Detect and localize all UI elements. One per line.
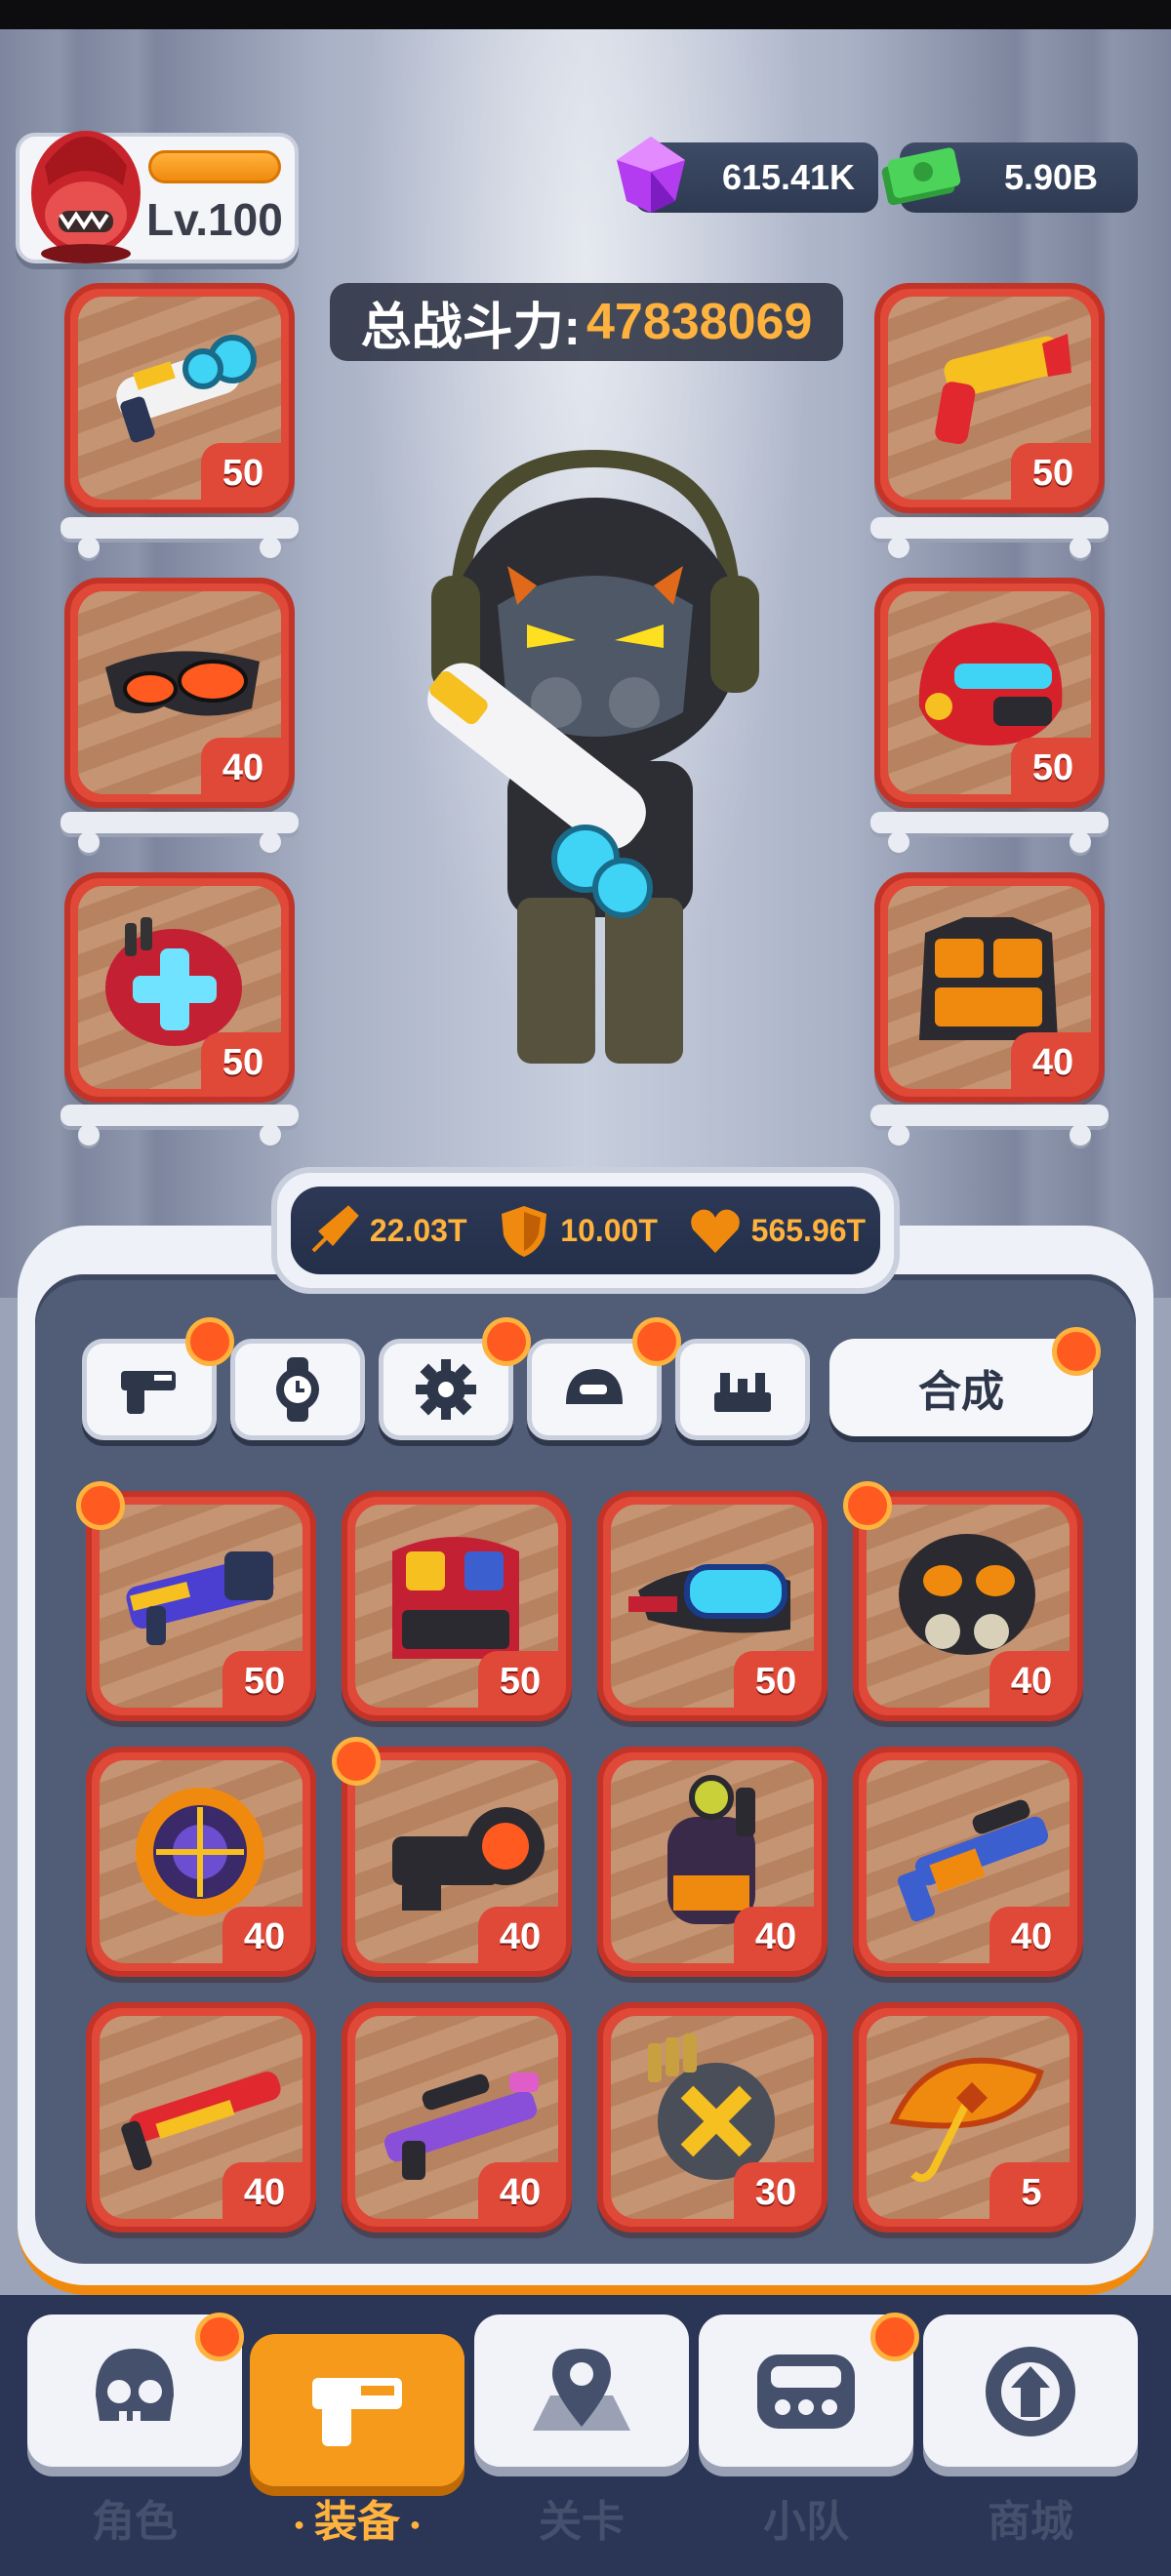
total-power-value: 47838069 [586,294,813,350]
gamepad-icon [757,2355,855,2429]
item-level: 50 [478,1651,558,1708]
gem-counter[interactable]: 615.41K [617,137,878,213]
total-power-label: 总战斗力: [360,299,581,356]
notification-dot [195,2313,244,2361]
inventory-item[interactable]: 5 [853,2002,1083,2233]
slot-level: 50 [201,1032,281,1089]
item-level: 40 [222,2162,303,2219]
map-pin-icon [533,2349,630,2431]
inventory-item[interactable]: 40 [853,1491,1083,1721]
attack-icon [311,1205,359,1253]
inventory-item[interactable]: 30 [597,2002,828,2233]
health-stat: 565.96T [687,1202,866,1259]
notification-dot [632,1317,681,1366]
equipped-slot-goggles[interactable]: 40 [64,578,295,808]
slot-level: 50 [1011,443,1091,500]
equipped-slot-helmet[interactable]: 50 [874,578,1105,808]
shelf [61,1105,299,1147]
item-level: 5 [989,2162,1070,2219]
tab-armor[interactable] [675,1339,810,1440]
inventory-item[interactable]: 50 [86,1491,316,1721]
nav-equipment-label[interactable]: 装备 [250,2486,464,2549]
watch-icon [276,1357,319,1422]
shelf [61,517,299,560]
nav-equipment-button[interactable] [250,2334,464,2486]
inventory-item[interactable]: 40 [597,1747,828,1977]
cash-counter[interactable]: 5.90B [881,142,1138,213]
inventory-item[interactable]: 50 [342,1491,572,1721]
nav-shop-button[interactable] [923,2314,1138,2467]
notification-dot [76,1481,125,1530]
tab-watch[interactable] [230,1339,365,1440]
slot-level: 50 [1011,738,1091,794]
skull-icon [96,2349,174,2425]
notification-dot [482,1317,531,1366]
helmet-icon [566,1369,623,1404]
shelf [870,1105,1109,1147]
nav-squad-label[interactable]: 小队 [699,2486,913,2549]
inventory-item[interactable]: 40 [853,1747,1083,1977]
equipped-slot-weapon[interactable]: 50 [64,283,295,513]
defense-value: 10.00T [560,1212,658,1248]
xp-bar [148,150,281,183]
shelf [61,812,299,855]
item-level: 40 [734,1907,814,1963]
cash-amount: 5.90B [1003,157,1099,197]
item-level: 50 [222,1651,303,1708]
equipped-slot-armor[interactable]: 40 [874,872,1105,1103]
nav-shop-label[interactable]: 商城 [923,2486,1138,2549]
status-bar [0,0,1171,29]
notification-dot [332,1737,381,1786]
total-power: 总战斗力: 47838069 [330,283,843,361]
item-level: 40 [222,1907,303,1963]
gem-icon [617,137,685,213]
slot-level: 50 [201,443,281,500]
item-level: 40 [478,1907,558,1963]
player-profile[interactable]: Lv.100 [16,131,299,263]
inventory-item[interactable]: 40 [86,2002,316,2233]
player-avatar [31,131,141,263]
nav-character-label[interactable]: 角色 [27,2486,242,2549]
gun-icon [121,1371,176,1414]
notification-dot [185,1317,234,1366]
inventory-item[interactable]: 40 [342,2002,572,2233]
item-level: 30 [734,2162,814,2219]
inventory-item[interactable]: 40 [342,1747,572,1977]
stats-bar: 22.03T 10.00T 565.96T [271,1167,900,1294]
defense-stat: 10.00T [496,1202,658,1259]
item-level: 40 [989,1651,1070,1708]
slot-level: 40 [1011,1032,1091,1089]
notification-dot [843,1481,892,1530]
player-level: Lv.100 [146,194,283,245]
shelf [870,517,1109,560]
cash-icon [881,147,961,206]
attack-stat: 22.03T [305,1202,467,1259]
shield-icon [502,1206,547,1257]
inventory-item[interactable]: 40 [86,1747,316,1977]
shop-icon [986,2347,1075,2436]
notification-dot [1052,1327,1101,1376]
item-level: 50 [734,1651,814,1708]
gem-amount: 615.41K [721,157,856,197]
inventory-item[interactable]: 50 [597,1491,828,1721]
slot-level: 40 [201,738,281,794]
item-level: 40 [989,1907,1070,1963]
notification-dot [870,2313,919,2361]
item-level: 40 [478,2162,558,2219]
shelf [870,812,1109,855]
heart-icon [690,1209,740,1253]
attack-value: 22.03T [369,1212,467,1248]
nav-stage-label[interactable]: 关卡 [474,2486,689,2549]
gear-icon [416,1359,476,1420]
equipped-slot-pistol[interactable]: 50 [874,283,1105,513]
equipped-slot-medkit[interactable]: 50 [64,872,295,1103]
armor-icon [714,1373,771,1412]
player-character[interactable] [390,439,800,1083]
gun-icon [312,2378,402,2446]
health-value: 565.96T [750,1212,867,1248]
nav-stage-button[interactable] [474,2314,689,2467]
